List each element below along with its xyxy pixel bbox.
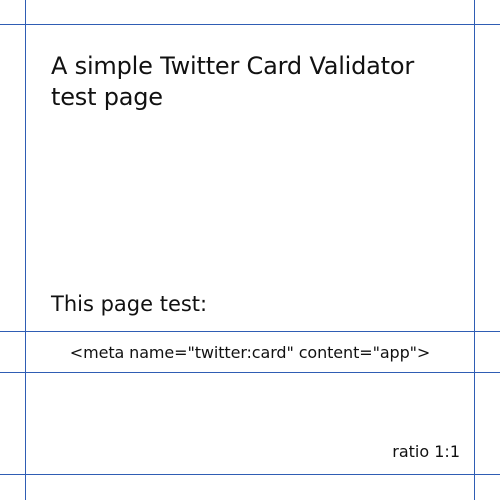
guide-line-bottom [0, 474, 500, 475]
twitter-card-preview: A simple Twitter Card Validator test pag… [0, 0, 500, 500]
guide-line-meta-bottom [0, 372, 500, 373]
ratio-label: ratio 1:1 [392, 442, 460, 461]
guide-line-top [0, 24, 500, 25]
guide-line-left [25, 0, 26, 500]
page-title: A simple Twitter Card Validator test pag… [51, 52, 415, 111]
test-subtitle: This page test: [51, 292, 208, 316]
meta-tag-text: <meta name="twitter:card" content="app"> [69, 342, 431, 362]
guide-line-right [474, 0, 475, 500]
